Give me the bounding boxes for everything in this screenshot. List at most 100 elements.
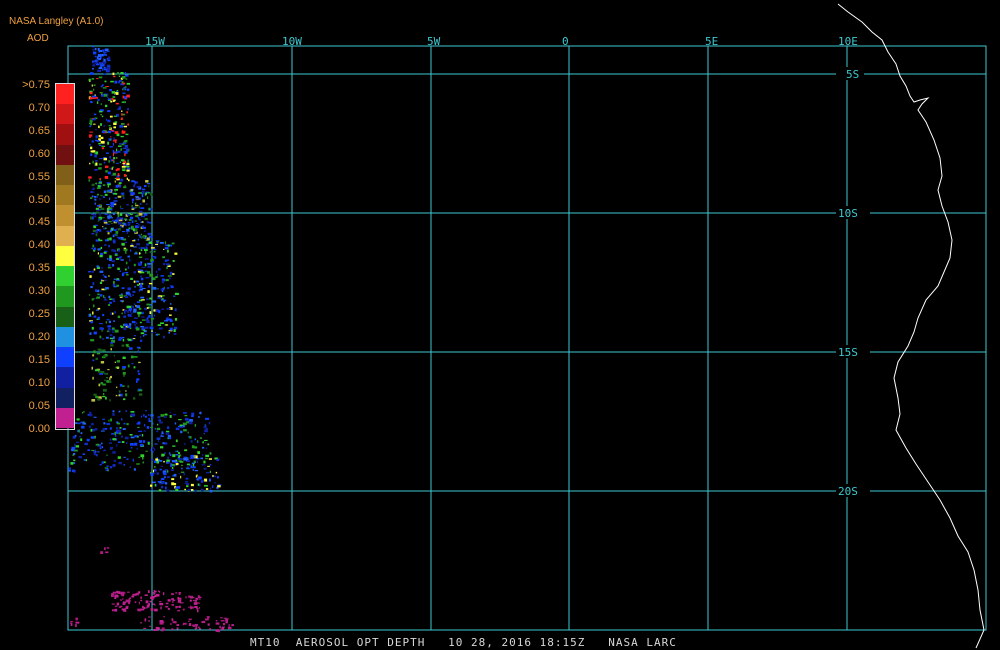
aod-pixel (90, 72, 94, 75)
aod-pixel (191, 412, 195, 416)
aod-pixel (107, 110, 111, 113)
aod-pixel (157, 245, 159, 247)
aod-pixel (99, 270, 104, 273)
aod-pixel (106, 454, 108, 456)
aod-pixel (110, 222, 113, 224)
aod-pixel (197, 483, 200, 486)
aod-pixel (122, 428, 126, 430)
aod-pixel (89, 313, 91, 317)
aod-pixel (91, 140, 94, 143)
aod-pixel (171, 593, 174, 596)
aod-pixel (109, 89, 112, 92)
aod-pixel (167, 434, 171, 437)
aod-pixel (192, 624, 195, 627)
aod-pixel (183, 429, 187, 432)
aod-pixel (89, 275, 92, 278)
aod-pixel (101, 94, 104, 97)
aod-pixel (222, 622, 226, 626)
aod-pixel (205, 454, 209, 458)
aod-pixel (137, 238, 139, 241)
aod-pixel (190, 605, 192, 609)
aod-pixel (89, 162, 91, 165)
aod-pixel (135, 212, 139, 214)
aod-pixel (96, 211, 99, 214)
aod-pixel (177, 596, 180, 600)
aod-pixel (125, 436, 129, 440)
aod-pixel (202, 446, 205, 449)
aod-pixel (107, 215, 111, 219)
aod-pixel (115, 258, 119, 260)
aod-map: 15W 10W 5W 0 5E 10E 5S 10S 15S 20S (67, 3, 987, 649)
aod-pixel (131, 180, 135, 183)
aod-pixel (109, 237, 112, 241)
aod-pixel (121, 435, 123, 438)
aod-pixel (175, 439, 178, 443)
aod-pixel (142, 335, 145, 337)
aod-pixel (111, 159, 114, 161)
aod-pixel (187, 466, 189, 469)
aod-pixel (107, 119, 111, 123)
aod-pixel (105, 469, 108, 471)
aod-pixel (179, 426, 184, 429)
lon-label-10w: 10W (282, 35, 302, 48)
aod-pixel (121, 123, 125, 125)
aod-pixel (111, 329, 114, 331)
aod-pixel (132, 201, 134, 204)
aod-pixel (152, 591, 156, 595)
aod-pixel (127, 222, 131, 224)
aod-pixel (160, 606, 162, 610)
aod-pixel (164, 241, 167, 244)
aod-pixel (152, 423, 154, 425)
aod-pixel (119, 125, 123, 128)
aod-pixel (105, 396, 107, 400)
aod-pixel (121, 159, 125, 162)
aod-pixel (126, 162, 130, 166)
aod-pixel (204, 429, 208, 433)
aod-pixel (140, 207, 145, 209)
aod-pixel (102, 427, 105, 431)
aod-pixel (109, 442, 112, 444)
aod-pixel (92, 68, 94, 70)
aod-pixel (147, 290, 150, 294)
aod-pixel (106, 204, 110, 206)
aod-pixel (149, 625, 152, 627)
aod-pixel (109, 331, 111, 333)
aod-pixel (110, 201, 115, 205)
longitude-grid (151, 46, 848, 630)
aod-pixel (146, 298, 149, 301)
aod-pixel (103, 58, 106, 62)
aod-pixel (133, 335, 136, 337)
aod-pixel (125, 250, 127, 254)
aod-pixel (116, 157, 118, 159)
aod-pixel (102, 61, 106, 64)
aod-pixel (157, 416, 161, 419)
aod-pixel (100, 64, 103, 67)
aod-pixel (89, 125, 92, 128)
aod-pixel (91, 399, 96, 402)
aod-pixel (194, 469, 198, 472)
aod-pixel (116, 602, 120, 606)
aod-pixel (111, 593, 114, 596)
aod-pixel (133, 308, 137, 311)
aod-pixel (165, 430, 170, 433)
aod-pixel (162, 256, 165, 259)
aod-pixel (130, 443, 134, 446)
aod-pixel (105, 287, 109, 290)
aod-pixel (209, 470, 211, 473)
aod-pixel (186, 460, 190, 462)
aod-pixel (114, 311, 116, 314)
aod-pixel (102, 49, 105, 52)
aod-pixel (187, 489, 191, 492)
aod-pixel (76, 441, 79, 443)
aod-pixel (124, 323, 128, 327)
aod-pixel (133, 303, 136, 305)
aod-pixel (99, 281, 103, 284)
aod-pixel (142, 440, 146, 443)
aod-pixel (118, 75, 121, 77)
aod-pixel (163, 416, 167, 418)
aod-pixel (144, 415, 147, 418)
aod-pixel (122, 598, 124, 600)
aod-pixel (175, 489, 179, 491)
aod-pixel (144, 217, 148, 221)
aod-pixel (109, 399, 111, 402)
